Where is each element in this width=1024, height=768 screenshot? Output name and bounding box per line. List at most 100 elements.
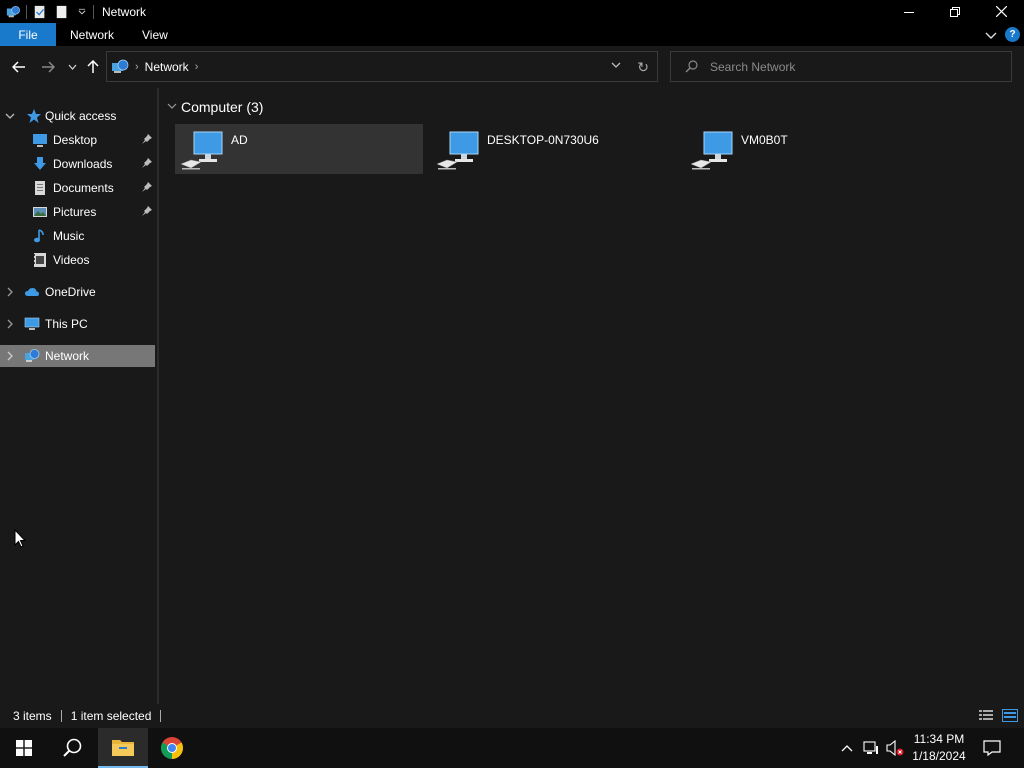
network-status-icon — [863, 741, 878, 754]
windows-logo-icon — [16, 740, 32, 756]
computer-tile-desktop[interactable]: DESKTOP-0N730U6 — [431, 124, 679, 174]
ribbon-tabs: File Network View ? — [0, 23, 1024, 46]
computer-name: AD — [231, 133, 248, 147]
search-taskbar-button[interactable] — [48, 728, 96, 768]
computer-tile-ad[interactable]: AD — [175, 124, 423, 174]
nav-item-desktop[interactable]: Desktop — [0, 129, 155, 151]
properties-icon[interactable] — [33, 5, 47, 19]
file-explorer-taskbar-button[interactable] — [98, 728, 148, 768]
back-arrow-icon — [12, 61, 25, 73]
clock-time: 11:34 PM — [913, 732, 965, 746]
tiles-view-icon[interactable] — [1002, 709, 1018, 722]
search-icon — [685, 60, 698, 73]
nav-network[interactable]: Network — [0, 345, 155, 367]
address-bar[interactable]: › Network › ↻ — [106, 51, 658, 82]
content-pane[interactable]: Computer (3) AD DESKTOP-0N730U6 VM0B0T — [159, 88, 1024, 704]
network-icon[interactable] — [6, 5, 20, 19]
view-buttons — [978, 709, 1018, 722]
refresh-icon[interactable]: ↻ — [637, 59, 649, 76]
up-button[interactable] — [84, 58, 102, 76]
new-folder-icon[interactable] — [55, 5, 69, 19]
back-button[interactable] — [10, 58, 28, 76]
nav-label: Downloads — [53, 157, 113, 171]
network-icon — [112, 59, 129, 73]
nav-label: Videos — [53, 253, 90, 267]
nav-label: Documents — [53, 181, 114, 195]
group-header-label: Computer (3) — [181, 99, 264, 115]
nav-this-pc[interactable]: This PC — [0, 313, 155, 335]
help-icon[interactable]: ? — [1005, 27, 1020, 42]
nav-item-videos[interactable]: Videos — [0, 249, 155, 271]
pin-icon[interactable] — [141, 157, 153, 169]
nav-onedrive[interactable]: OneDrive — [0, 281, 155, 303]
taskbar: 11:34 PM 1/18/2024 — [0, 728, 1024, 768]
tab-file[interactable]: File — [0, 23, 56, 46]
forward-arrow-icon — [42, 61, 55, 73]
minimize-button[interactable] — [886, 0, 932, 23]
nav-label: Quick access — [45, 109, 117, 123]
title-bar: Network — [0, 0, 1024, 23]
close-icon — [995, 6, 1007, 17]
nav-label: Desktop — [53, 133, 98, 147]
volume-muted-icon — [886, 740, 904, 756]
breadcrumb-network[interactable]: Network — [145, 60, 189, 74]
nav-item-pictures[interactable]: Pictures — [0, 201, 155, 223]
group-header-computer[interactable]: Computer (3) — [167, 99, 263, 115]
action-center-button[interactable] — [980, 728, 1004, 768]
breadcrumb-separator[interactable]: › — [135, 61, 139, 73]
music-icon — [34, 229, 44, 243]
volume-button[interactable] — [885, 728, 905, 768]
expanded-chevron-icon[interactable] — [5, 110, 15, 122]
chevron-down-icon — [68, 64, 76, 70]
navigation-pane: Quick access Desktop Downloads Documents… — [0, 88, 157, 704]
nav-quick-access[interactable]: Quick access — [0, 105, 155, 127]
tab-view[interactable]: View — [128, 23, 182, 46]
selection-count: 1 item selected — [70, 709, 152, 723]
restore-icon — [950, 6, 960, 17]
toolbar-separator — [93, 4, 94, 19]
forward-button[interactable] — [39, 58, 57, 76]
file-explorer-icon — [112, 740, 134, 756]
collapsed-chevron-icon[interactable] — [5, 318, 15, 330]
nav-item-documents[interactable]: Documents — [0, 177, 155, 199]
close-button[interactable] — [978, 0, 1024, 23]
computer-icon — [24, 317, 40, 330]
network-icon — [25, 349, 40, 362]
recent-locations-button[interactable] — [63, 58, 81, 76]
details-view-icon[interactable] — [978, 709, 994, 722]
computer-tile-vm[interactable]: VM0B0T — [685, 124, 933, 174]
address-history-icon[interactable] — [611, 60, 621, 70]
documents-icon — [35, 181, 45, 195]
search-icon — [63, 738, 82, 757]
computer-name: VM0B0T — [741, 133, 788, 147]
pin-icon[interactable] — [141, 181, 153, 193]
group-collapse-icon[interactable] — [167, 102, 177, 113]
breadcrumb-separator[interactable]: › — [195, 61, 199, 73]
clock[interactable]: 11:34 PM 1/18/2024 — [906, 731, 972, 765]
tab-network[interactable]: Network — [56, 23, 128, 46]
network-status-button[interactable] — [861, 728, 881, 768]
show-hidden-icons-button[interactable] — [838, 728, 856, 768]
collapsed-chevron-icon[interactable] — [5, 286, 15, 298]
pin-icon[interactable] — [141, 205, 153, 217]
search-box[interactable] — [670, 51, 1012, 82]
expand-ribbon-icon[interactable] — [985, 29, 997, 41]
collapsed-chevron-icon[interactable] — [5, 350, 15, 362]
start-button[interactable] — [0, 728, 48, 768]
notification-icon — [983, 740, 1001, 756]
restore-button[interactable] — [932, 0, 978, 23]
window-title: Network — [102, 4, 147, 19]
nav-label: Music — [53, 229, 85, 243]
chevron-down-icon[interactable] — [77, 5, 87, 19]
nav-label: Pictures — [53, 205, 97, 219]
nav-item-music[interactable]: Music — [0, 225, 155, 247]
chrome-taskbar-button[interactable] — [148, 728, 196, 768]
nav-item-downloads[interactable]: Downloads — [0, 153, 155, 175]
nav-label: Network — [45, 349, 90, 363]
up-arrow-icon — [87, 60, 99, 73]
onedrive-cloud-icon — [25, 288, 39, 296]
search-input[interactable] — [710, 59, 1010, 74]
pin-icon[interactable] — [141, 133, 153, 145]
pictures-icon — [33, 207, 47, 217]
computer-name: DESKTOP-0N730U6 — [487, 133, 599, 147]
